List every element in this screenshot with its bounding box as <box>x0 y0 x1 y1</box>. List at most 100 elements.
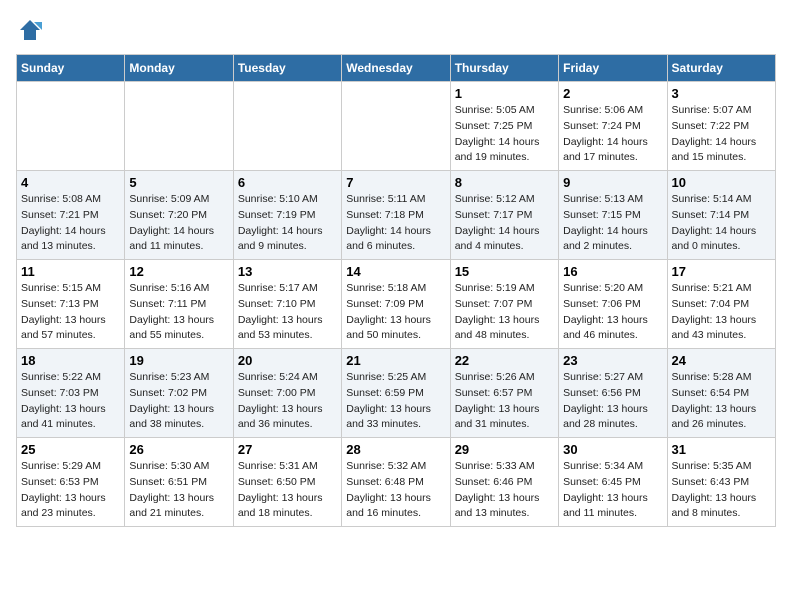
day-number: 31 <box>672 442 771 457</box>
day-header-thursday: Thursday <box>450 55 558 82</box>
calendar-cell: 27 Sunrise: 5:31 AMSunset: 6:50 PMDayligh… <box>233 438 341 527</box>
day-number: 7 <box>346 175 445 190</box>
calendar-cell: 8 Sunrise: 5:12 AMSunset: 7:17 PMDaylight… <box>450 171 558 260</box>
day-info: Sunrise: 5:25 AMSunset: 6:59 PMDaylight:… <box>346 370 445 433</box>
header <box>16 16 776 44</box>
day-number: 17 <box>672 264 771 279</box>
day-info: Sunrise: 5:12 AMSunset: 7:17 PMDaylight:… <box>455 192 554 255</box>
day-info: Sunrise: 5:34 AMSunset: 6:45 PMDaylight:… <box>563 459 662 522</box>
day-info: Sunrise: 5:08 AMSunset: 7:21 PMDaylight:… <box>21 192 120 255</box>
day-info: Sunrise: 5:14 AMSunset: 7:14 PMDaylight:… <box>672 192 771 255</box>
day-number: 3 <box>672 86 771 101</box>
day-info: Sunrise: 5:20 AMSunset: 7:06 PMDaylight:… <box>563 281 662 344</box>
page: SundayMondayTuesdayWednesdayThursdayFrid… <box>0 0 792 543</box>
day-info: Sunrise: 5:31 AMSunset: 6:50 PMDaylight:… <box>238 459 337 522</box>
calendar-cell: 10 Sunrise: 5:14 AMSunset: 7:14 PMDayligh… <box>667 171 775 260</box>
day-number: 22 <box>455 353 554 368</box>
day-number: 5 <box>129 175 228 190</box>
day-info: Sunrise: 5:07 AMSunset: 7:22 PMDaylight:… <box>672 103 771 166</box>
calendar-cell: 17 Sunrise: 5:21 AMSunset: 7:04 PMDayligh… <box>667 260 775 349</box>
day-info: Sunrise: 5:22 AMSunset: 7:03 PMDaylight:… <box>21 370 120 433</box>
day-number: 26 <box>129 442 228 457</box>
day-number: 24 <box>672 353 771 368</box>
day-number: 25 <box>21 442 120 457</box>
day-info: Sunrise: 5:09 AMSunset: 7:20 PMDaylight:… <box>129 192 228 255</box>
calendar-cell: 18 Sunrise: 5:22 AMSunset: 7:03 PMDayligh… <box>17 349 125 438</box>
calendar-cell: 3 Sunrise: 5:07 AMSunset: 7:22 PMDaylight… <box>667 82 775 171</box>
day-info: Sunrise: 5:17 AMSunset: 7:10 PMDaylight:… <box>238 281 337 344</box>
week-row-1: 1 Sunrise: 5:05 AMSunset: 7:25 PMDaylight… <box>17 82 776 171</box>
calendar-cell: 1 Sunrise: 5:05 AMSunset: 7:25 PMDaylight… <box>450 82 558 171</box>
day-info: Sunrise: 5:33 AMSunset: 6:46 PMDaylight:… <box>455 459 554 522</box>
calendar-cell: 25 Sunrise: 5:29 AMSunset: 6:53 PMDayligh… <box>17 438 125 527</box>
calendar-cell: 7 Sunrise: 5:11 AMSunset: 7:18 PMDaylight… <box>342 171 450 260</box>
calendar-cell: 6 Sunrise: 5:10 AMSunset: 7:19 PMDaylight… <box>233 171 341 260</box>
calendar-cell: 2 Sunrise: 5:06 AMSunset: 7:24 PMDaylight… <box>559 82 667 171</box>
calendar-cell <box>342 82 450 171</box>
calendar-cell: 9 Sunrise: 5:13 AMSunset: 7:15 PMDaylight… <box>559 171 667 260</box>
day-info: Sunrise: 5:18 AMSunset: 7:09 PMDaylight:… <box>346 281 445 344</box>
calendar-cell: 20 Sunrise: 5:24 AMSunset: 7:00 PMDayligh… <box>233 349 341 438</box>
week-row-3: 11 Sunrise: 5:15 AMSunset: 7:13 PMDayligh… <box>17 260 776 349</box>
day-info: Sunrise: 5:35 AMSunset: 6:43 PMDaylight:… <box>672 459 771 522</box>
day-number: 1 <box>455 86 554 101</box>
day-info: Sunrise: 5:27 AMSunset: 6:56 PMDaylight:… <box>563 370 662 433</box>
day-info: Sunrise: 5:15 AMSunset: 7:13 PMDaylight:… <box>21 281 120 344</box>
day-number: 6 <box>238 175 337 190</box>
calendar-cell: 19Sunrise: 5:23 AMSunset: 7:02 PMDayligh… <box>125 349 233 438</box>
week-row-4: 18 Sunrise: 5:22 AMSunset: 7:03 PMDayligh… <box>17 349 776 438</box>
calendar-cell: 11 Sunrise: 5:15 AMSunset: 7:13 PMDayligh… <box>17 260 125 349</box>
day-number: 10 <box>672 175 771 190</box>
calendar-cell: 5 Sunrise: 5:09 AMSunset: 7:20 PMDaylight… <box>125 171 233 260</box>
day-number: 21 <box>346 353 445 368</box>
day-info: Sunrise: 5:16 AMSunset: 7:11 PMDaylight:… <box>129 281 228 344</box>
calendar-table: SundayMondayTuesdayWednesdayThursdayFrid… <box>16 54 776 527</box>
day-info: Sunrise: 5:11 AMSunset: 7:18 PMDaylight:… <box>346 192 445 255</box>
day-header-monday: Monday <box>125 55 233 82</box>
week-row-5: 25 Sunrise: 5:29 AMSunset: 6:53 PMDayligh… <box>17 438 776 527</box>
day-number: 30 <box>563 442 662 457</box>
calendar-cell: 15Sunrise: 5:19 AMSunset: 7:07 PMDayligh… <box>450 260 558 349</box>
day-number: 14 <box>346 264 445 279</box>
day-info: Sunrise: 5:10 AMSunset: 7:19 PMDaylight:… <box>238 192 337 255</box>
calendar-cell <box>233 82 341 171</box>
day-info: Sunrise: 5:30 AMSunset: 6:51 PMDaylight:… <box>129 459 228 522</box>
week-row-2: 4Sunrise: 5:08 AMSunset: 7:21 PMDaylight… <box>17 171 776 260</box>
day-header-wednesday: Wednesday <box>342 55 450 82</box>
day-header-tuesday: Tuesday <box>233 55 341 82</box>
logo-icon <box>16 16 44 44</box>
day-info: Sunrise: 5:28 AMSunset: 6:54 PMDaylight:… <box>672 370 771 433</box>
day-number: 20 <box>238 353 337 368</box>
day-info: Sunrise: 5:29 AMSunset: 6:53 PMDaylight:… <box>21 459 120 522</box>
day-number: 8 <box>455 175 554 190</box>
day-info: Sunrise: 5:24 AMSunset: 7:00 PMDaylight:… <box>238 370 337 433</box>
calendar-cell <box>17 82 125 171</box>
calendar-cell: 13 Sunrise: 5:17 AMSunset: 7:10 PMDayligh… <box>233 260 341 349</box>
calendar-cell: 28Sunrise: 5:32 AMSunset: 6:48 PMDayligh… <box>342 438 450 527</box>
day-info: Sunrise: 5:21 AMSunset: 7:04 PMDaylight:… <box>672 281 771 344</box>
calendar-cell: 4Sunrise: 5:08 AMSunset: 7:21 PMDaylight… <box>17 171 125 260</box>
calendar-cell: 22 Sunrise: 5:26 AMSunset: 6:57 PMDayligh… <box>450 349 558 438</box>
day-number: 28 <box>346 442 445 457</box>
day-header-friday: Friday <box>559 55 667 82</box>
day-number: 12 <box>129 264 228 279</box>
calendar-cell: 26 Sunrise: 5:30 AMSunset: 6:51 PMDayligh… <box>125 438 233 527</box>
day-number: 2 <box>563 86 662 101</box>
calendar-cell: 12 Sunrise: 5:16 AMSunset: 7:11 PMDayligh… <box>125 260 233 349</box>
day-number: 19 <box>129 353 228 368</box>
day-info: Sunrise: 5:26 AMSunset: 6:57 PMDaylight:… <box>455 370 554 433</box>
day-number: 13 <box>238 264 337 279</box>
calendar-cell: 30 Sunrise: 5:34 AMSunset: 6:45 PMDayligh… <box>559 438 667 527</box>
day-number: 18 <box>21 353 120 368</box>
day-info: Sunrise: 5:05 AMSunset: 7:25 PMDaylight:… <box>455 103 554 166</box>
day-number: 11 <box>21 264 120 279</box>
day-info: Sunrise: 5:06 AMSunset: 7:24 PMDaylight:… <box>563 103 662 166</box>
day-number: 9 <box>563 175 662 190</box>
logo <box>16 16 48 44</box>
header-row: SundayMondayTuesdayWednesdayThursdayFrid… <box>17 55 776 82</box>
day-number: 27 <box>238 442 337 457</box>
calendar-cell: 23 Sunrise: 5:27 AMSunset: 6:56 PMDayligh… <box>559 349 667 438</box>
day-info: Sunrise: 5:13 AMSunset: 7:15 PMDaylight:… <box>563 192 662 255</box>
day-number: 16 <box>563 264 662 279</box>
day-number: 23 <box>563 353 662 368</box>
